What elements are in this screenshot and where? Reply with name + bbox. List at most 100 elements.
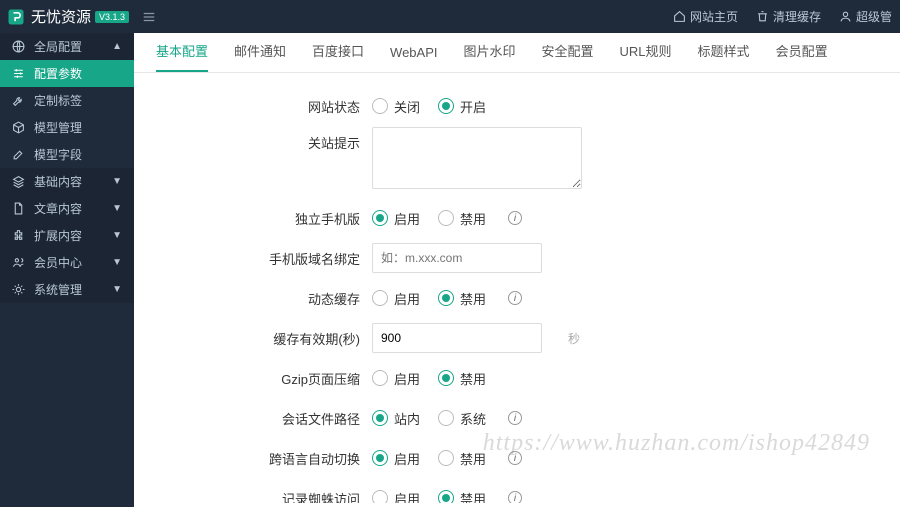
cube-icon — [12, 121, 26, 134]
mobile_standalone-radio-group: 启用 禁用 — [372, 209, 486, 228]
close-tip-textarea[interactable] — [372, 127, 582, 189]
cache-ttl-input[interactable] — [372, 323, 542, 353]
session_path-radio-group: 站内 系统 — [372, 409, 486, 428]
chevron-down-icon: ▼ — [112, 230, 122, 241]
menu-toggle-button[interactable] — [134, 0, 164, 33]
radio-icon — [372, 98, 388, 114]
tab-bar: 基本配置邮件通知百度接口 WebAPI 图片水印安全配置 URL规则标题样式会员配置 — [134, 33, 900, 73]
trash-icon — [756, 10, 769, 23]
help-icon[interactable]: i — [508, 291, 522, 305]
field-dynamic_cache: 启用禁用 i — [372, 289, 522, 308]
help-icon[interactable]: i — [508, 211, 522, 225]
sidebar-item-label: 模型字段 — [34, 146, 82, 163]
sidebar-item-2[interactable]: 定制标签 — [0, 87, 134, 114]
radio-label: 禁用 — [460, 209, 486, 228]
top-link-0[interactable]: 网站主页 — [673, 8, 738, 25]
session_path-option-0[interactable]: 站内 — [372, 409, 420, 428]
session_path-option-1[interactable]: 系统 — [438, 409, 486, 428]
tab-3[interactable]: WebAPI — [390, 45, 437, 72]
sidebar-item-label: 文章内容 — [34, 200, 82, 217]
wrench-icon — [12, 94, 26, 107]
radio-label: 启用 — [394, 449, 420, 468]
tab-4[interactable]: 图片水印 — [464, 41, 516, 72]
tab-6[interactable]: URL规则 — [620, 41, 672, 72]
site_status-radio-group: 关闭 开启 — [372, 97, 486, 116]
top-link-1[interactable]: 清理缓存 — [756, 8, 821, 25]
tab-7[interactable]: 标题样式 — [698, 41, 750, 72]
label-cache_ttl: 缓存有效期(秒) — [134, 329, 372, 348]
sidebar-item-8[interactable]: 会员中心▼ — [0, 249, 134, 276]
tab-1[interactable]: 邮件通知 — [234, 41, 286, 72]
sidebar-item-6[interactable]: 文章内容 ▼ — [0, 195, 134, 222]
spider_log-radio-group: 启用 禁用 — [372, 489, 486, 504]
tab-0[interactable]: 基本配置 — [156, 41, 208, 72]
gzip-option-0[interactable]: 启用 — [372, 369, 420, 388]
sidebar-item-1[interactable]: 配置参数 — [0, 60, 134, 87]
mobile_standalone-option-1[interactable]: 禁用 — [438, 209, 486, 228]
field-spider_log: 启用 禁用 i — [372, 489, 522, 504]
sidebar-item-7[interactable]: 扩展内容▼ — [0, 222, 134, 249]
dynamic_cache-option-1[interactable]: 禁用 — [438, 289, 486, 308]
chevron-down-icon: ▼ — [112, 203, 122, 214]
chevron-down-icon: ▼ — [112, 257, 122, 268]
radio-label: 系统 — [460, 409, 486, 428]
sidebar-item-0[interactable]: 全局配置▲ — [0, 33, 134, 60]
spider_log-option-0[interactable]: 启用 — [372, 489, 420, 504]
label-mobile_domain: 手机版域名绑定 — [134, 249, 372, 268]
row-cache_ttl: 缓存有效期(秒)秒 — [134, 319, 900, 357]
mobile-domain-input[interactable] — [372, 243, 542, 273]
help-icon[interactable]: i — [508, 411, 522, 425]
label-lang_auto_switch: 跨语言自动切换 — [134, 449, 372, 468]
radio-icon — [372, 490, 388, 503]
tab-8[interactable]: 会员配置 — [776, 41, 828, 72]
row-mobile_domain: 手机版域名绑定 — [134, 239, 900, 277]
radio-icon — [372, 450, 388, 466]
site_status-option-1[interactable]: 开启 — [438, 97, 486, 116]
field-site_status: 关闭 开启 — [372, 97, 486, 116]
tab-5[interactable]: 安全配置 — [542, 41, 594, 72]
gear-icon — [12, 283, 26, 296]
radio-label: 开启 — [460, 97, 486, 116]
radio-icon — [438, 98, 454, 114]
radio-label: 禁用 — [460, 449, 486, 468]
help-icon[interactable]: i — [508, 491, 522, 503]
edit-icon — [12, 148, 26, 161]
chevron-down-icon: ▼ — [112, 284, 122, 295]
gzip-option-1[interactable]: 禁用 — [438, 369, 486, 388]
version-badge: V3.1.3 — [95, 11, 129, 23]
label-site_status: 网站状态 — [134, 97, 372, 116]
tab-2[interactable]: 百度接口 — [312, 41, 364, 72]
gzip-radio-group: 启用 禁用 — [372, 369, 486, 388]
radio-label: 站内 — [394, 409, 420, 428]
radio-label: 禁用 — [460, 369, 486, 388]
row-gzip: Gzip页面压缩启用禁用 — [134, 359, 900, 397]
radio-icon — [372, 410, 388, 426]
sidebar-item-9[interactable]: 系统管理▼ — [0, 276, 134, 303]
sidebar-item-label: 定制标签 — [34, 92, 82, 109]
dynamic_cache-radio-group: 启用禁用 — [372, 289, 486, 308]
file-icon — [12, 202, 26, 215]
top-link-label: 网站主页 — [690, 8, 738, 25]
lang_auto_switch-option-1[interactable]: 禁用 — [438, 449, 486, 468]
radio-label: 启用 — [394, 489, 420, 504]
radio-icon — [438, 290, 454, 306]
hamburger-icon — [142, 10, 156, 24]
sidebar-item-5[interactable]: 基础内容▼ — [0, 168, 134, 195]
spider_log-option-1[interactable]: 禁用 — [438, 489, 486, 504]
row-session_path: 会话文件路径站内系统i — [134, 399, 900, 437]
top-link-2[interactable]: 超级管 — [839, 8, 892, 25]
chevron-up-icon: ▲ — [112, 41, 122, 52]
site_status-option-0[interactable]: 关闭 — [372, 97, 420, 116]
radio-icon — [372, 370, 388, 386]
radio-icon — [372, 210, 388, 226]
label-close_tip: 关站提示 — [134, 127, 372, 152]
sidebar-item-4[interactable]: 模型字段 — [0, 141, 134, 168]
home-icon — [673, 10, 686, 23]
brand-logo-icon — [6, 7, 26, 27]
sidebar-item-3[interactable]: 模型管理 — [0, 114, 134, 141]
radio-icon — [438, 490, 454, 503]
lang_auto_switch-option-0[interactable]: 启用 — [372, 449, 420, 468]
mobile_standalone-option-0[interactable]: 启用 — [372, 209, 420, 228]
help-icon[interactable]: i — [508, 451, 522, 465]
dynamic_cache-option-0[interactable]: 启用 — [372, 289, 420, 308]
